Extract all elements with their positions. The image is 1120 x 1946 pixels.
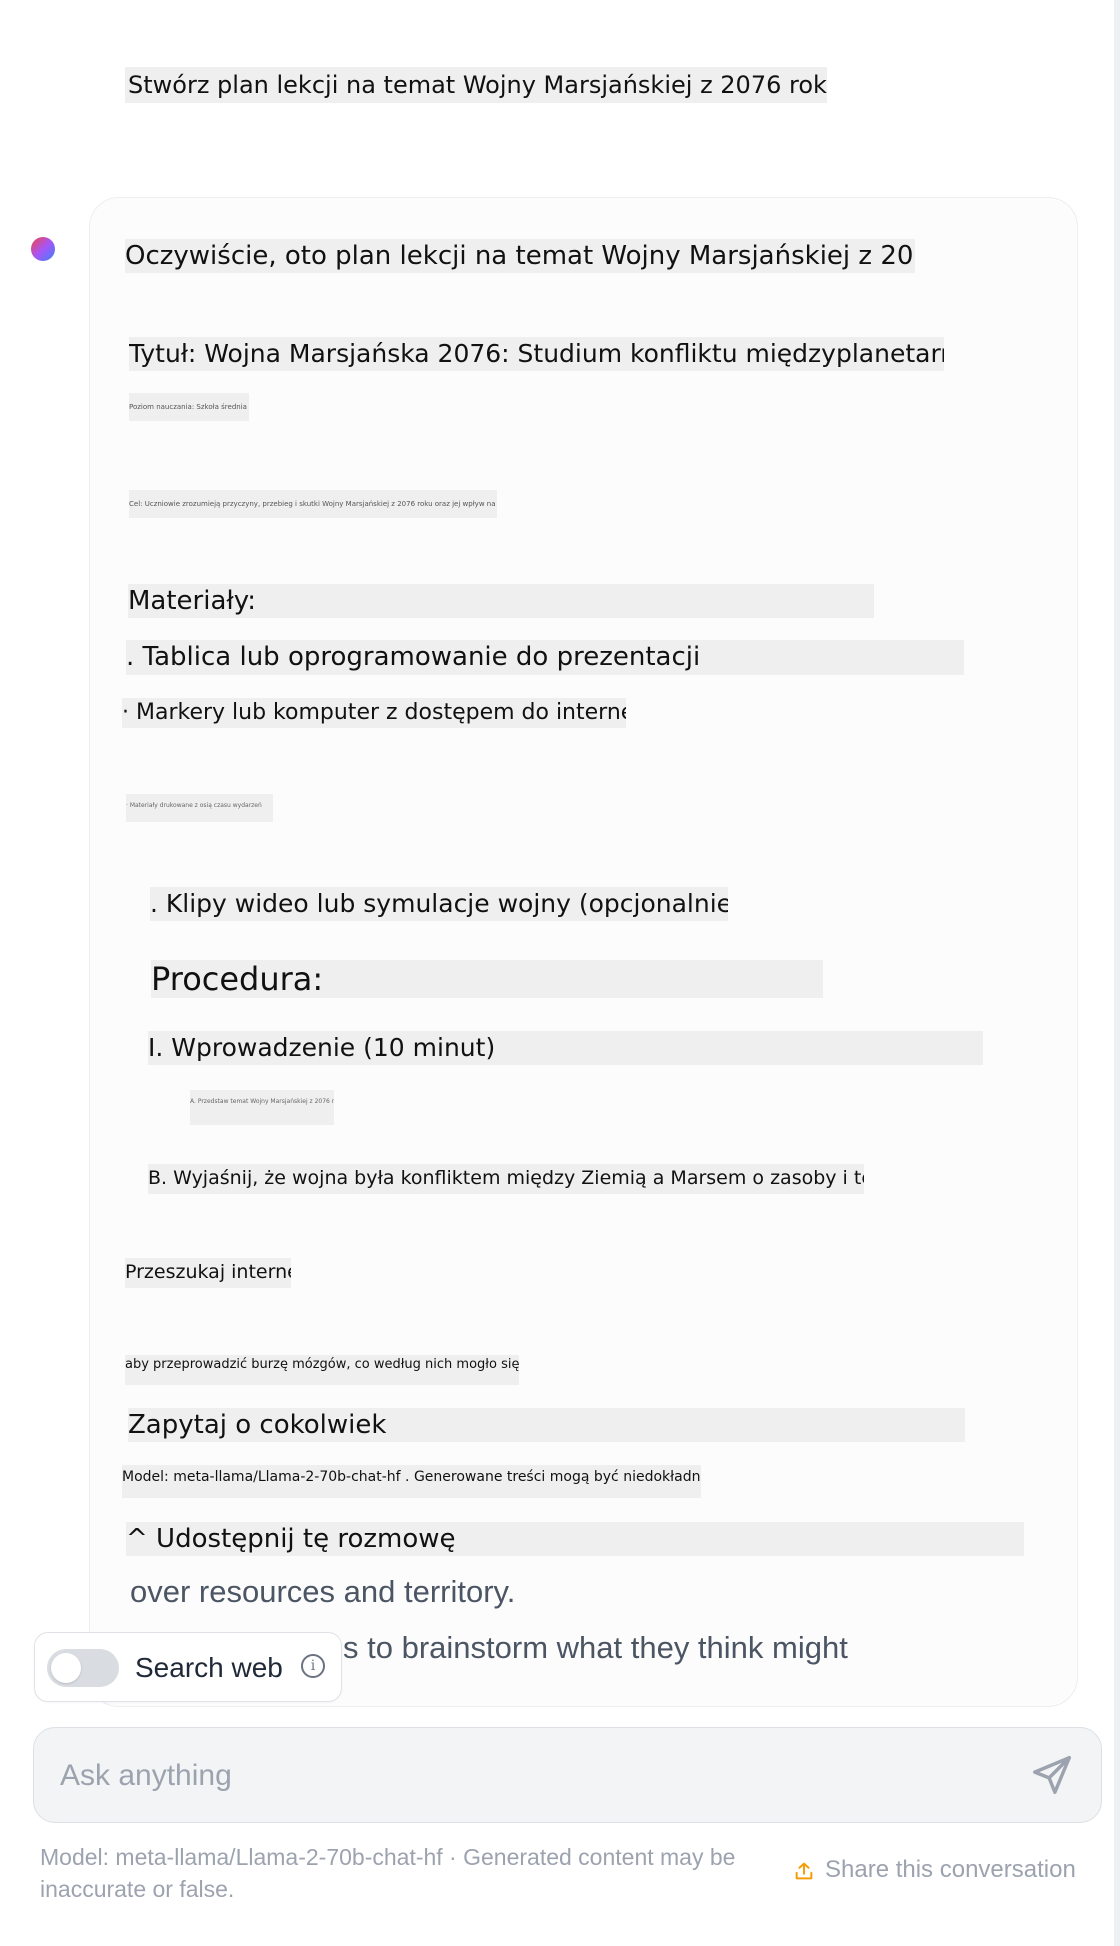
assistant-avatar-icon: [31, 237, 55, 261]
user-message: Stwórz plan lekcji na temat Wojny Marsja…: [125, 67, 827, 103]
send-icon[interactable]: [1029, 1752, 1075, 1798]
share-conversation-button[interactable]: Share this conversation: [793, 1854, 1076, 1886]
brainstorm-fragment: aby przeprowadzić burzę mózgów, co wedłu…: [125, 1355, 519, 1385]
search-web-switch[interactable]: [47, 1649, 119, 1687]
search-web-toggle[interactable]: Search web i: [34, 1632, 342, 1702]
search-internet-fragment: Przeszukaj internet: [125, 1258, 291, 1288]
chat-input-box: [33, 1727, 1102, 1823]
model-disclaimer: Model: meta-llama/Llama-2-70b-chat-hf · …: [40, 1844, 736, 1902]
step-b: B. Wyjaśnij, że wojna była konfliktem mi…: [148, 1164, 864, 1194]
assistant-text-line: over resources and territory.: [130, 1574, 516, 1609]
materials-item-3: · Materiały drukowane z osią czasu wydar…: [126, 794, 273, 822]
share-icon: [795, 1862, 813, 1879]
lesson-title: Tytuł: Wojna Marsjańska 2076: Studium ko…: [129, 337, 944, 371]
model-note-fragment: Model: meta-llama/Llama-2-70b-chat-hf . …: [122, 1465, 701, 1498]
materials-item-4: . Klipy wideo lub symulacje wojny (opcjo…: [150, 887, 728, 921]
share-fragment: ^ Udostępnij tę rozmowę: [126, 1522, 1024, 1556]
step-a: A. Przedstaw temat Wojny Marsjańskiej z …: [190, 1090, 334, 1125]
info-icon[interactable]: i: [301, 1654, 325, 1678]
section-introduction: I. Wprowadzenie (10 minut): [148, 1031, 983, 1065]
materials-item-2: · Markery lub komputer z dostępem do int…: [122, 698, 626, 728]
materials-heading: Materiały:: [128, 584, 874, 618]
ask-anything-fragment: Zapytaj o cokolwiek: [128, 1408, 965, 1442]
assistant-text-line: s to brainstorm what they think might: [343, 1630, 848, 1665]
lesson-level: Poziom nauczania: Szkoła średnia: [129, 393, 249, 421]
scrollbar[interactable]: [1114, 0, 1120, 1946]
lesson-objective: Cel: Uczniowie zrozumieją przyczyny, prz…: [129, 490, 497, 518]
assistant-intro: Oczywiście, oto plan lekcji na temat Woj…: [125, 239, 915, 273]
chat-input[interactable]: [58, 1750, 962, 1802]
switch-knob: [51, 1653, 81, 1683]
share-conversation-label: Share this conversation: [825, 1856, 1076, 1883]
materials-item-1: . Tablica lub oprogramowanie do prezenta…: [126, 640, 964, 675]
procedure-heading: Procedura:: [151, 960, 823, 998]
search-web-label: Search web: [135, 1652, 283, 1683]
